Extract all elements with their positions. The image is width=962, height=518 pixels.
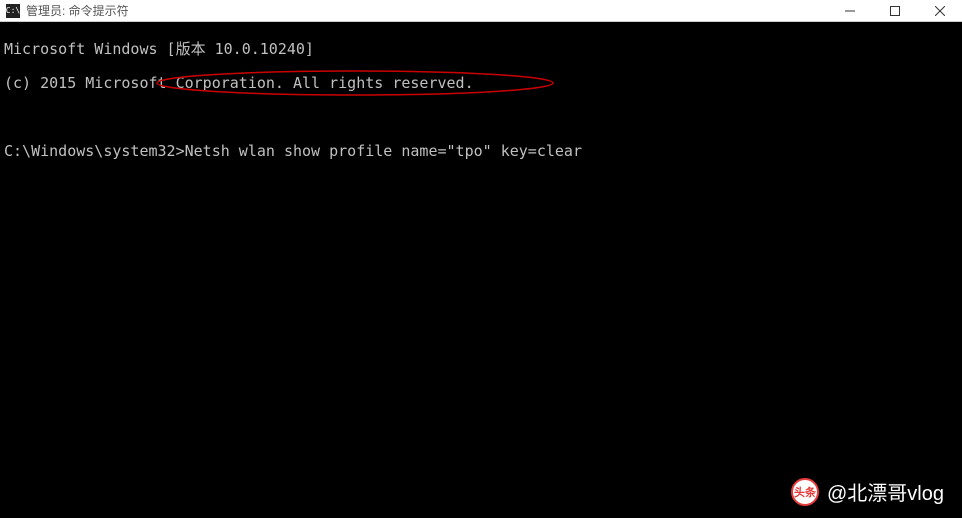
prompt-line: C:\Windows\system32>Netsh wlan show prof…	[4, 143, 958, 160]
close-button[interactable]	[917, 0, 962, 21]
window-controls	[827, 0, 962, 21]
copyright-line: (c) 2015 Microsoft Corporation. All righ…	[4, 75, 958, 92]
version-line: Microsoft Windows [版本 10.0.10240]	[4, 41, 958, 58]
close-icon	[935, 6, 945, 16]
minimize-icon	[845, 6, 855, 16]
titlebar-left: C:\ 管理员: 命令提示符	[0, 2, 129, 19]
window-titlebar: C:\ 管理员: 命令提示符	[0, 0, 962, 22]
minimize-button[interactable]	[827, 0, 872, 21]
window-title: 管理员: 命令提示符	[26, 2, 129, 19]
terminal-output[interactable]: Microsoft Windows [版本 10.0.10240] (c) 20…	[0, 22, 962, 179]
watermark-text: @北漂哥vlog	[827, 477, 944, 506]
prompt-text: C:\Windows\system32>	[4, 142, 185, 160]
cmd-icon: C:\	[6, 4, 20, 18]
watermark: 头条 @北漂哥vlog	[791, 477, 944, 506]
watermark-logo: 头条	[791, 478, 819, 506]
command-text: Netsh wlan show profile name="tpo" key=c…	[185, 142, 582, 160]
maximize-button[interactable]	[872, 0, 917, 21]
blank-line	[4, 109, 958, 126]
maximize-icon	[890, 6, 900, 16]
